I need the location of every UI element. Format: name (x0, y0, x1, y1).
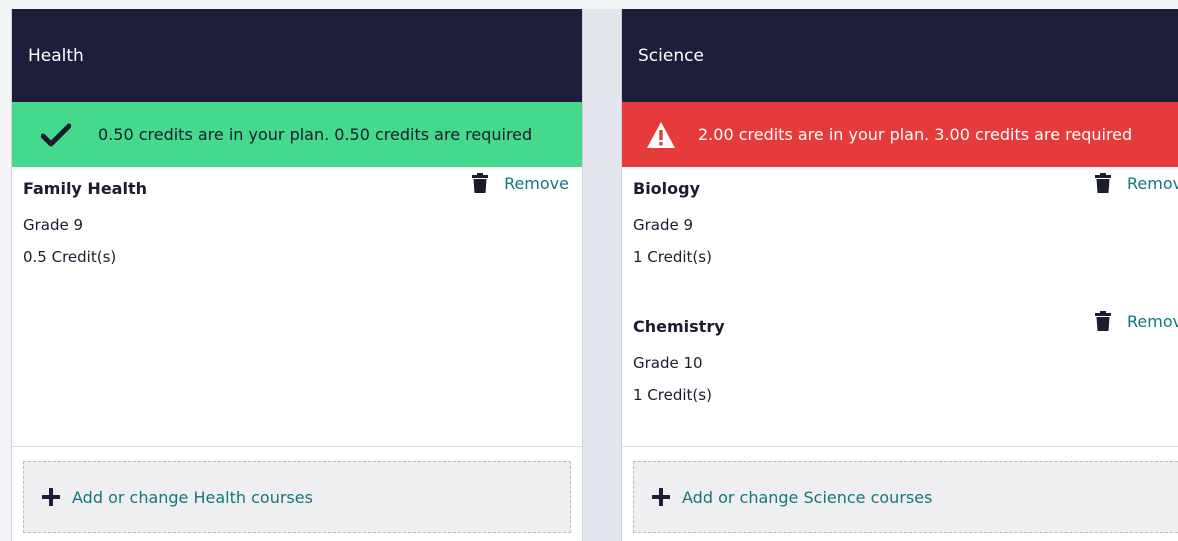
course-grade: Grade 9 (633, 216, 694, 234)
status-banner-health: 0.50 credits are in your plan. 0.50 cred… (12, 102, 582, 167)
page-top-strip (0, 0, 1178, 9)
trash-icon (1095, 173, 1111, 193)
page-left-strip (0, 9, 11, 541)
status-text-science: 2.00 credits are in your plan. 3.00 cred… (698, 125, 1133, 144)
warning-icon (644, 118, 678, 152)
course-name: Chemistry (633, 317, 725, 336)
plus-icon (42, 488, 60, 506)
course-credits: 1 Credit(s) (633, 248, 712, 266)
course-name: Biology (633, 179, 701, 198)
science-requirement-card: Science 2.00 credits are in your plan. 3… (621, 9, 1178, 541)
card-footer-science: Add or change Science courses (622, 446, 1178, 541)
course-list-health: Family Health Remove Grade 9 0.5 Credit(… (12, 167, 582, 447)
remove-course-button[interactable]: Remove (1095, 311, 1178, 331)
add-health-courses-button[interactable]: Add or change Health courses (23, 461, 571, 533)
plus-icon (652, 488, 670, 506)
course-grade: Grade 10 (633, 354, 703, 372)
card-footer-health: Add or change Health courses (12, 446, 582, 541)
course-grade: Grade 9 (23, 216, 84, 234)
remove-label: Remove (504, 173, 569, 193)
health-requirement-card: Health 0.50 credits are in your plan. 0.… (11, 9, 583, 541)
course-credits: 0.5 Credit(s) (23, 248, 117, 266)
trash-icon (1095, 311, 1111, 331)
course-credits: 1 Credit(s) (633, 386, 712, 404)
add-courses-label: Add or change Health courses (72, 487, 313, 507)
card-title-science: Science (622, 9, 1178, 102)
checkmark-icon (39, 118, 73, 152)
status-banner-science: 2.00 credits are in your plan. 3.00 cred… (622, 102, 1178, 167)
remove-label: Remove (1127, 173, 1178, 193)
course-name: Family Health (23, 179, 147, 198)
course-list-science: Biology Remove Grade 9 1 Credit(s) Chemi… (622, 167, 1178, 447)
remove-course-button[interactable]: Remove (1095, 173, 1178, 193)
remove-course-button[interactable]: Remove (472, 173, 569, 193)
status-text-health: 0.50 credits are in your plan. 0.50 cred… (98, 125, 533, 144)
add-science-courses-button[interactable]: Add or change Science courses (633, 461, 1178, 533)
add-courses-label: Add or change Science courses (682, 487, 933, 507)
remove-label: Remove (1127, 311, 1178, 331)
card-title-health: Health (12, 9, 582, 102)
trash-icon (472, 173, 489, 193)
